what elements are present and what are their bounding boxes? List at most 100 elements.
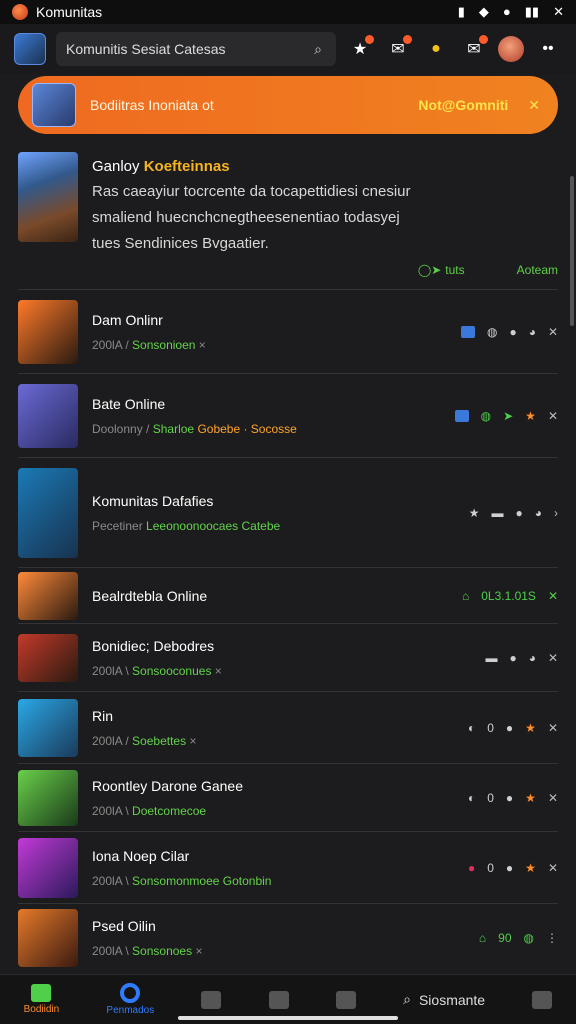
- star-icon[interactable]: ★: [525, 721, 536, 735]
- meta-c: Gobebe · Socosse: [197, 421, 297, 436]
- bottom-nav: Bodiidin Penmados ⌕ Siosmante: [0, 974, 576, 1024]
- close-icon[interactable]: ✕: [528, 97, 540, 114]
- nav-tools[interactable]: [532, 990, 553, 1009]
- globe-icon[interactable]: ◕: [529, 651, 536, 665]
- star-icon[interactable]: ★: [525, 861, 536, 875]
- close-icon[interactable]: ✕: [548, 589, 558, 603]
- globe-icon[interactable]: ◕: [529, 325, 536, 339]
- list-item[interactable]: Rin 200lA / Soebettes × ◐ 0 ● ★ ✕: [18, 692, 558, 764]
- notification-icon: ▮: [457, 4, 465, 19]
- game-name: Komunitas Dafafies: [92, 492, 214, 509]
- list-item[interactable]: Bealrdtebla Online ⌂ 0L3.1.01S ✕: [18, 568, 558, 624]
- notification-badge: [479, 35, 488, 44]
- meta-c: Catebe: [241, 518, 281, 533]
- list-item[interactable]: Roontley Darone Ganee 200lA \ Doetcomeco…: [18, 764, 558, 832]
- shield-icon[interactable]: ◍: [524, 931, 534, 945]
- close-icon[interactable]: ✕: [548, 409, 558, 423]
- banner-thumbnail: [32, 83, 76, 127]
- featured-title-prefix: Ganloy: [92, 158, 140, 175]
- list-item[interactable]: Bate Online Doolonny / Sharloe Gobebe · …: [18, 374, 558, 458]
- promo-banner[interactable]: Bodiitras Inoniata ot Not@Gomniti ✕: [18, 76, 558, 134]
- list-item[interactable]: Iona Noep Cilar 200lA \ Sonsomonmoee Got…: [18, 832, 558, 904]
- close-icon[interactable]: ✕: [548, 721, 558, 735]
- version-label: 0L3.1.01S: [481, 588, 536, 603]
- chat-icon[interactable]: ●: [509, 651, 516, 665]
- list-item[interactable]: Psed Oilin 200lA \ Sonsonoes × ⌂ 90 ◍ ⋮: [18, 904, 558, 972]
- nav-people[interactable]: [335, 990, 356, 1009]
- game-meta: 200lA \ Sonsomonmoee Gotonbin: [92, 874, 454, 888]
- list-item[interactable]: Bonidiec; Debodres 200lA \ Sonsooconues …: [18, 624, 558, 692]
- banner-action-link[interactable]: Not@Gomniti: [418, 97, 508, 113]
- community-avatar[interactable]: [14, 33, 46, 65]
- search-text: Komunitis Sesiat Catesas: [66, 41, 226, 57]
- record-icon[interactable]: ●: [468, 861, 475, 875]
- close-icon[interactable]: ✕: [553, 4, 564, 20]
- favorites-button[interactable]: ★: [346, 35, 374, 63]
- scrollbar[interactable]: [570, 176, 574, 326]
- list-item[interactable]: Dam Onlinr 200lA / Sonsonioen × ◍ ● ◕ ✕: [18, 290, 558, 374]
- chat-icon[interactable]: ●: [506, 721, 513, 735]
- close-icon[interactable]: ✕: [548, 325, 558, 339]
- wifi-icon: ●: [502, 4, 511, 19]
- chat-icon[interactable]: ●: [506, 791, 513, 805]
- meta-a: 200lA \: [92, 663, 129, 678]
- meta-b: Sonsomonmoee: [132, 873, 220, 888]
- meta-c: ×: [195, 944, 203, 958]
- close-icon[interactable]: ✕: [548, 651, 558, 665]
- more-icon[interactable]: ⋮: [546, 931, 558, 945]
- featured-thumbnail: [18, 152, 78, 242]
- featured-action-2-label: Aoteam: [516, 263, 558, 277]
- chevron-right-icon[interactable]: ›: [554, 506, 558, 520]
- home-icon[interactable]: ⌂: [479, 931, 486, 945]
- list-icon[interactable]: ▬: [485, 651, 497, 665]
- nav-home[interactable]: Bodiidin: [24, 984, 59, 1015]
- shield-icon[interactable]: ◍: [481, 409, 491, 423]
- close-icon[interactable]: ✕: [548, 791, 558, 805]
- globe-icon[interactable]: ◕: [535, 506, 542, 520]
- game-name: Iona Noep Cilar: [92, 847, 190, 864]
- star-icon[interactable]: ★: [469, 506, 480, 520]
- star-icon[interactable]: ★: [525, 409, 536, 423]
- chat-icon[interactable]: ●: [516, 506, 523, 520]
- meta-b: Sharloe: [152, 421, 195, 436]
- notification-badge: [365, 35, 374, 44]
- link-icon[interactable]: ◐: [468, 791, 475, 805]
- meta-b: Doetcomecoe: [132, 803, 207, 818]
- featured-action-2[interactable]: Aoteam: [517, 263, 558, 277]
- game-thumbnail: [18, 909, 78, 967]
- link-icon[interactable]: ◐: [468, 721, 475, 735]
- featured-action-1[interactable]: ◯➤ tuts: [418, 263, 465, 277]
- list-item[interactable]: Komunitas Dafafies Pecetiner Leeonoonooc…: [18, 458, 558, 568]
- meta-a: Pecetiner: [92, 518, 143, 533]
- chat-icon: ✉: [467, 41, 481, 58]
- featured-card[interactable]: Ganloy Koefteinnas Ras caeayiur tocrcent…: [18, 152, 558, 290]
- nav-stats[interactable]: [201, 990, 222, 1009]
- counter-icon: 90: [498, 931, 512, 945]
- nav-search[interactable]: ⌕ Siosmante: [403, 991, 485, 1008]
- game-thumbnail: [18, 769, 78, 826]
- star-icon[interactable]: ★: [525, 791, 536, 805]
- shield-icon[interactable]: ◍: [487, 325, 497, 339]
- close-icon[interactable]: ✕: [548, 861, 558, 875]
- row-actions: ● 0 ● ★ ✕: [468, 861, 558, 875]
- game-thumbnail: [18, 571, 78, 620]
- featured-title-highlight: Koefteinnas: [143, 158, 230, 175]
- search-icon[interactable]: ⌕: [310, 41, 326, 58]
- profile-avatar[interactable]: [498, 36, 524, 62]
- nav-media[interactable]: [268, 990, 289, 1009]
- inbox-button[interactable]: ✉: [384, 35, 412, 63]
- nav-explore[interactable]: Penmados: [106, 983, 154, 1016]
- messages-button[interactable]: ✉: [460, 35, 488, 63]
- search-input[interactable]: Komunitis Sesiat Catesas ⌕: [56, 32, 336, 66]
- arrow-icon[interactable]: ➤: [503, 409, 513, 423]
- coins-button[interactable]: ●: [422, 35, 450, 63]
- image-icon: [268, 990, 289, 1009]
- chat-icon[interactable]: ●: [509, 325, 516, 339]
- more-button[interactable]: ••: [534, 35, 562, 63]
- chat-icon[interactable]: ●: [506, 861, 513, 875]
- meta-b: Sonsonioen: [132, 337, 196, 352]
- game-thumbnail: [18, 698, 78, 757]
- home-icon[interactable]: ⌂: [462, 589, 469, 603]
- status-icons: ▮ ◆ ● ▮▮ ✕: [458, 4, 564, 20]
- list-icon[interactable]: ▬: [492, 506, 504, 520]
